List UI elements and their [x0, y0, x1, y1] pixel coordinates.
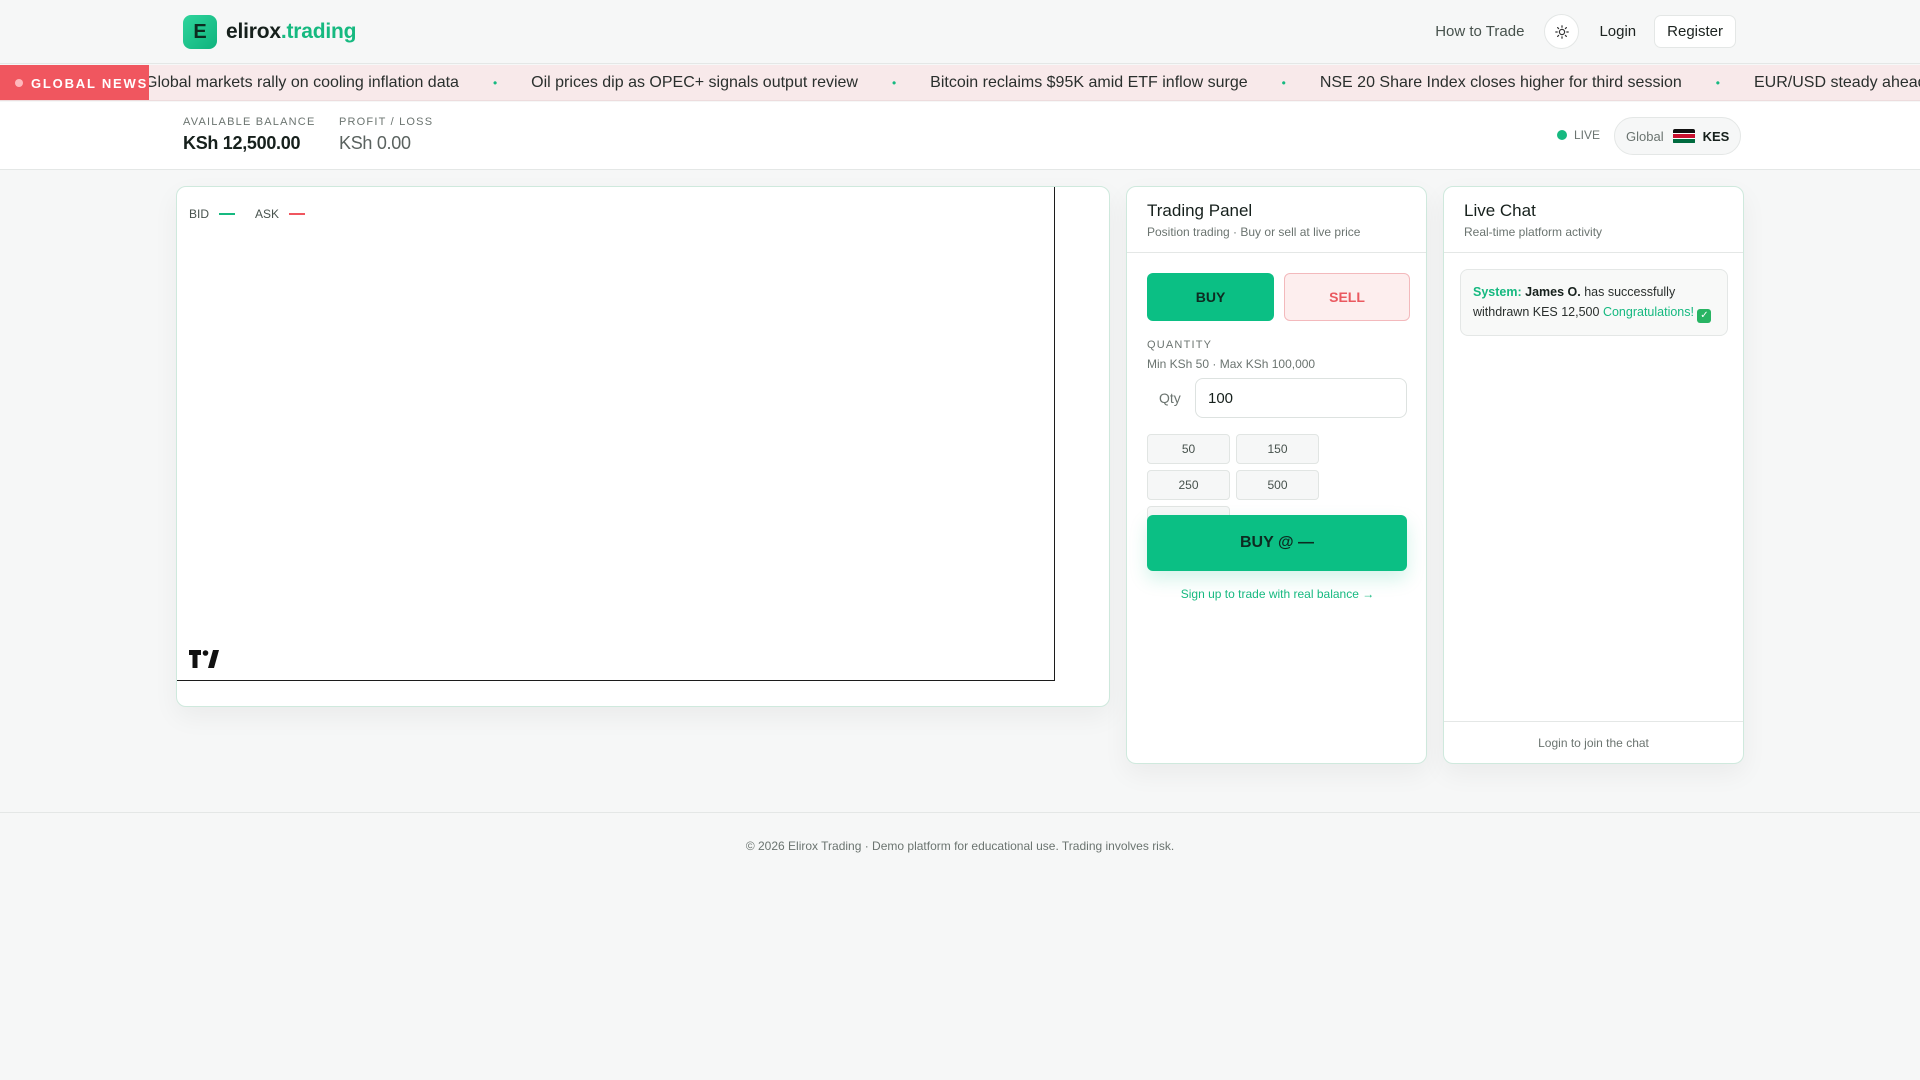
- news-label: GLOBAL NEWS: [0, 65, 149, 100]
- chat-message: System: James O. has successfully withdr…: [1460, 269, 1728, 336]
- trading-panel-header: Trading Panel Position trading · Buy or …: [1127, 187, 1426, 253]
- chat-system-tag: System:: [1473, 285, 1522, 299]
- quantity-label: QUANTITY: [1147, 339, 1213, 351]
- region-label: Global: [1626, 128, 1664, 144]
- news-item[interactable]: EUR/USD steady ahead of ECB policy meeti…: [1754, 74, 1920, 92]
- brand-logo[interactable]: E elirox.trading: [183, 15, 356, 49]
- brand-badge: E: [183, 15, 217, 49]
- currency-label: KES: [1702, 128, 1730, 144]
- news-separator-icon: •: [1715, 76, 1720, 90]
- legend-bid: BID: [189, 207, 236, 221]
- live-chat-header: Live Chat Real-time platform activity: [1444, 187, 1743, 253]
- quantity-input[interactable]: [1195, 378, 1407, 418]
- price-chart[interactable]: BID ASK: [177, 187, 1055, 681]
- theme-toggle-button[interactable]: [1544, 14, 1580, 49]
- brand-name-accent: .trading: [280, 20, 357, 43]
- legend-ask-swatch: [289, 213, 306, 215]
- legend-bid-label: BID: [189, 207, 210, 221]
- live-chat: Live Chat Real-time platform activity Sy…: [1443, 186, 1744, 764]
- trading-panel-title: Trading Panel: [1147, 201, 1253, 220]
- preset-button[interactable]: 50: [1147, 434, 1230, 464]
- quantity-prefix: Qty: [1159, 390, 1181, 406]
- brand-name-main: elirox: [226, 20, 281, 43]
- page-footer: © 2026 Elirox Trading · Demo platform fo…: [0, 812, 1920, 878]
- available-balance-value: KSh 12,500.00: [183, 133, 301, 153]
- news-separator-icon: •: [492, 76, 498, 90]
- top-header: E elirox.trading How to Trade Login Regi…: [0, 0, 1920, 64]
- live-chat-subtitle: Real-time platform activity: [1464, 225, 1603, 239]
- chat-user-name: James O.: [1525, 285, 1581, 299]
- sell-side-button[interactable]: SELL: [1284, 273, 1410, 321]
- brand-name: elirox.trading: [226, 20, 356, 44]
- live-label: LIVE: [1574, 128, 1601, 142]
- tradingview-logo-icon[interactable]: [189, 650, 221, 668]
- profit-loss: PROFIT / LOSS KSh 0.00: [339, 116, 433, 154]
- check-mark-icon: ✓: [1697, 309, 1712, 323]
- news-item[interactable]: Global markets rally on cooling inflatio…: [145, 74, 459, 92]
- login-link[interactable]: Login: [1599, 23, 1636, 40]
- top-nav: How to Trade Login Register: [1435, 14, 1736, 49]
- chat-login-prompt[interactable]: Login to join the chat: [1444, 721, 1743, 763]
- news-dot-icon: [15, 79, 23, 87]
- trading-panel: Trading Panel Position trading · Buy or …: [1126, 186, 1427, 764]
- live-dot-icon: [1557, 130, 1567, 140]
- news-item[interactable]: NSE 20 Share Index closes higher for thi…: [1320, 74, 1682, 92]
- news-separator-icon: •: [891, 76, 897, 90]
- legend-ask-label: ASK: [255, 207, 280, 221]
- how-to-trade-link[interactable]: How to Trade: [1435, 23, 1524, 40]
- legend-bid-swatch: [219, 213, 236, 215]
- kenya-flag-icon: [1672, 128, 1695, 144]
- preset-button[interactable]: 250: [1147, 470, 1230, 500]
- profit-loss-value: KSh 0.00: [339, 133, 411, 153]
- available-balance: AVAILABLE BALANCE KSh 12,500.00: [183, 116, 316, 154]
- preset-button[interactable]: 500: [1236, 470, 1319, 500]
- trading-panel-subtitle: Position trading · Buy or sell at live p…: [1147, 225, 1361, 239]
- news-item[interactable]: Oil prices dip as OPEC+ signals output r…: [531, 74, 858, 92]
- sun-icon: [1555, 24, 1569, 39]
- chat-congrats: Congratulations!: [1602, 305, 1694, 319]
- live-indicator: LIVE: [1557, 128, 1600, 142]
- side-toggle: BUY SELL: [1147, 273, 1410, 321]
- available-balance-label: AVAILABLE BALANCE: [183, 116, 316, 128]
- buy-side-button[interactable]: BUY: [1147, 273, 1274, 321]
- execute-buy-button[interactable]: BUY @ —: [1147, 515, 1407, 571]
- register-button[interactable]: Register: [1654, 15, 1736, 48]
- news-label-text: GLOBAL NEWS: [31, 75, 149, 91]
- signup-link[interactable]: Sign up to trade with real balance →: [1127, 587, 1428, 601]
- news-item[interactable]: Bitcoin reclaims $95K amid ETF inflow su…: [930, 74, 1247, 92]
- chart-legend: BID ASK: [189, 207, 325, 221]
- live-chat-title: Live Chat: [1464, 201, 1536, 220]
- region-currency-selector[interactable]: Global KES: [1614, 117, 1742, 155]
- preset-button[interactable]: 150: [1236, 434, 1319, 464]
- news-track: Global markets rally on cooling inflatio…: [145, 65, 1920, 100]
- news-separator-icon: •: [1281, 76, 1286, 90]
- quantity-range: Min KSh 50 · Max KSh 100,000: [1147, 357, 1316, 371]
- profit-loss-label: PROFIT / LOSS: [339, 116, 434, 128]
- news-ticker: GLOBAL NEWS Global markets rally on cool…: [0, 65, 1920, 101]
- chart-card: BID ASK: [176, 186, 1110, 707]
- quantity-row: Qty: [1147, 378, 1407, 418]
- footer-text: © 2026 Elirox Trading · Demo platform fo…: [745, 838, 1175, 853]
- legend-ask: ASK: [255, 207, 306, 221]
